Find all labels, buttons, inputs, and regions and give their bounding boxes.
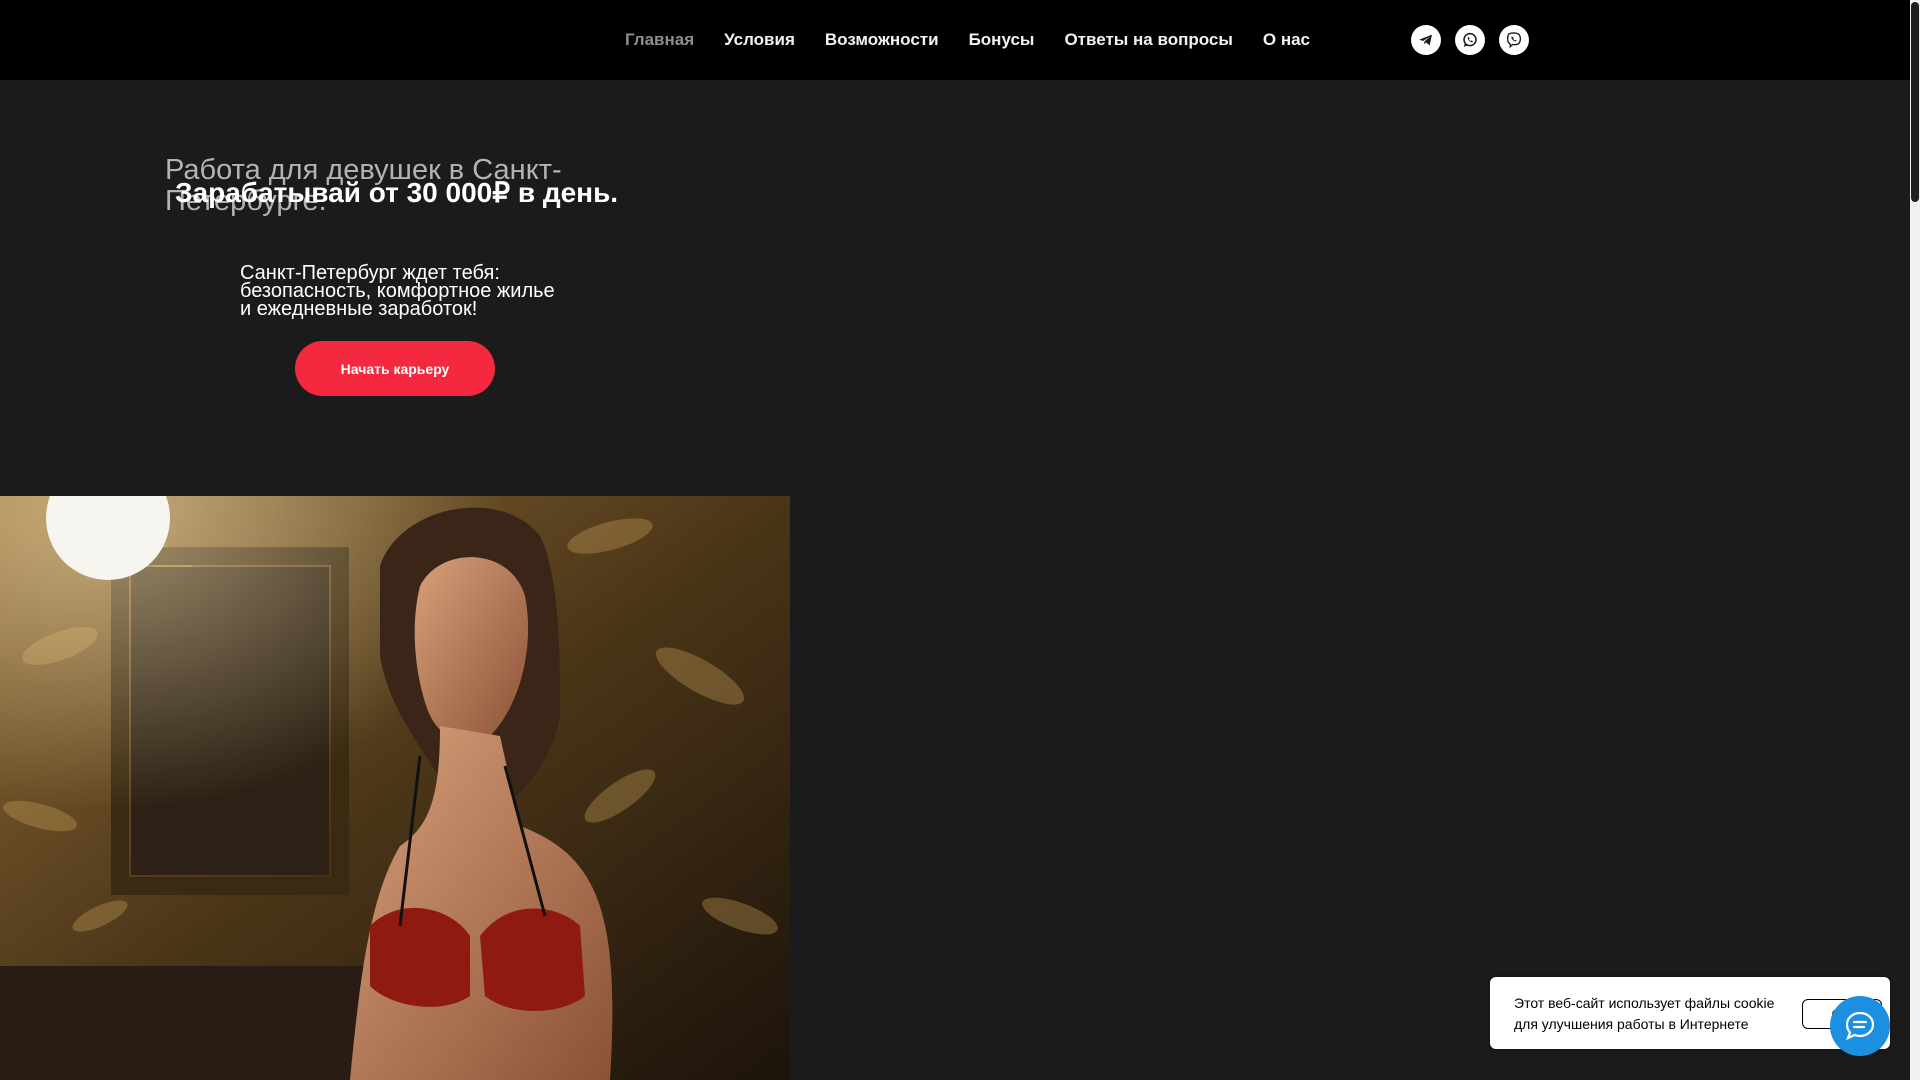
cookie-text: Этот веб-сайт использует файлы cookie дл… [1514,995,1775,1032]
nav-item-conditions[interactable]: Условия [724,30,795,50]
nav-item-opportunities[interactable]: Возможности [825,30,939,50]
social-links [1411,25,1543,55]
hero-photo [0,496,790,1080]
whatsapp-icon[interactable] [1455,25,1485,55]
nav-item-bonuses[interactable]: Бонусы [969,30,1035,50]
hero-subtitle: Зарабатывай от 30 000₽ в день. [175,177,619,208]
nav-item-home[interactable]: Главная [625,30,694,50]
hero-description: Санкт-Петербург ждет тебя: безопасность,… [240,262,555,320]
nav-item-faq[interactable]: Ответы на вопросы [1064,30,1232,50]
main-nav: Главная Условия Возможности Бонусы Ответ… [625,0,1340,80]
telegram-icon[interactable] [1411,25,1441,55]
start-career-button[interactable]: Начать карьеру [295,341,495,396]
cookie-banner: Этот веб-сайт использует файлы cookie дл… [1490,977,1890,1049]
page: Главная Условия Возможности Бонусы Ответ… [0,0,1920,1080]
chat-button[interactable] [1830,996,1890,1056]
chat-icon [1845,1011,1875,1041]
scrollbar-thumb[interactable] [1911,2,1919,202]
viber-icon[interactable] [1499,25,1529,55]
nav-item-about[interactable]: О нас [1263,30,1310,50]
top-navigation-bar: Главная Условия Возможности Бонусы Ответ… [0,0,1910,80]
